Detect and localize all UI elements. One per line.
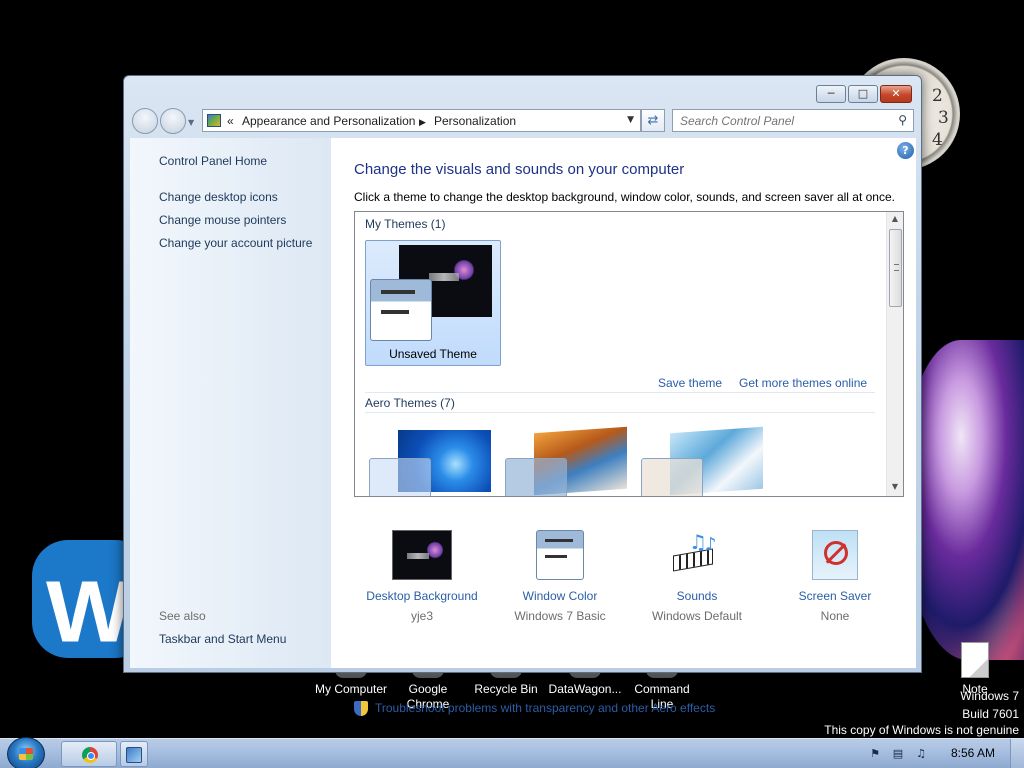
minimize-icon: ─: [827, 87, 835, 100]
save-theme-link[interactable]: Save theme: [658, 376, 722, 390]
address-bar[interactable]: « Appearance and Personalization ▶ Perso…: [202, 109, 641, 132]
desktop-icon-label: Recycle Bin: [474, 682, 538, 696]
chrome-icon: [82, 747, 98, 763]
window-color-thumbnail: [505, 458, 567, 496]
refresh-icon: ⇄: [647, 113, 659, 128]
clock-number: 3: [938, 108, 949, 128]
search-icon[interactable]: ⚲: [898, 113, 907, 127]
control-panel-home-link[interactable]: Control Panel Home: [159, 154, 267, 168]
breadcrumb-overflow-icon[interactable]: «: [227, 114, 234, 128]
setting-label[interactable]: Screen Saver: [767, 588, 903, 604]
clock-number: 4: [932, 130, 943, 150]
wallpaper-artwork: [905, 340, 1024, 660]
search-box[interactable]: ⚲: [672, 109, 914, 132]
search-input[interactable]: [673, 110, 891, 131]
control-panel-icon: [207, 114, 221, 127]
refresh-button[interactable]: ⇄: [641, 109, 665, 132]
get-more-themes-link[interactable]: Get more themes online: [739, 376, 867, 390]
page-subtitle: Click a theme to change the desktop back…: [354, 190, 895, 204]
see-also-heading: See also: [159, 609, 206, 623]
content-pane: ? Change the visuals and sounds on your …: [331, 138, 916, 716]
taskbar: ⚑ ▤ ♫ 8:56 AM: [0, 737, 1024, 768]
theme-list-scrollbar[interactable]: ▲ ▼: [886, 212, 903, 496]
window-color-thumbnail: [641, 458, 703, 496]
clock-time[interactable]: 8:56 AM: [951, 746, 995, 760]
personalization-window: ─ □ ✕ ▼ « Appearance and Personalization…: [123, 75, 922, 716]
breadcrumb-appearance[interactable]: Appearance and Personalization: [242, 114, 415, 128]
setting-label[interactable]: Sounds: [629, 588, 765, 604]
setting-label[interactable]: Window Color: [492, 588, 628, 604]
setting-value: Windows Default: [651, 609, 743, 623]
sounds-setting[interactable]: ♫ ♪ Sounds Windows Default: [629, 530, 765, 624]
aero-theme-characters[interactable]: [637, 426, 763, 496]
maximize-icon: □: [857, 87, 869, 100]
help-icon[interactable]: ?: [897, 142, 914, 159]
theme-list[interactable]: My Themes (1) Unsaved Theme Save theme G…: [354, 211, 904, 497]
windows-logo-icon: [19, 748, 33, 760]
desktop-background-setting[interactable]: Desktop Background yje3: [354, 530, 490, 624]
theme-tile-unsaved[interactable]: Unsaved Theme: [365, 240, 501, 366]
sounds-icon: ♫ ♪: [667, 530, 727, 580]
breadcrumb-separator-icon[interactable]: ▶: [419, 117, 426, 128]
show-desktop-button[interactable]: [1010, 739, 1024, 768]
aero-theme-architecture[interactable]: [501, 426, 627, 496]
change-account-picture-link[interactable]: Change your account picture: [159, 236, 312, 250]
window-color-thumbnail: [369, 458, 431, 496]
divider: [365, 392, 875, 393]
action-center-flag-icon[interactable]: ⚑: [868, 747, 882, 761]
desktop-icon-label: My Computer: [314, 682, 388, 696]
close-button[interactable]: ✕: [880, 85, 912, 103]
setting-value: yje3: [410, 609, 433, 623]
taskbar-chrome-button[interactable]: [61, 741, 117, 767]
watermark-line: This copy of Windows is not genuine: [824, 723, 1019, 737]
aero-theme-windows7[interactable]: [365, 428, 491, 496]
clock-number: 2: [932, 86, 943, 106]
start-button[interactable]: [7, 737, 45, 768]
setting-label[interactable]: Desktop Background: [354, 588, 490, 604]
aero-themes-header: Aero Themes (7): [365, 396, 455, 410]
text-file-icon: [961, 642, 989, 678]
address-dropdown-icon[interactable]: ▼: [627, 115, 634, 125]
breadcrumb-personalization[interactable]: Personalization: [434, 114, 516, 128]
network-icon[interactable]: ▤: [891, 747, 905, 761]
screen-saver-icon: [812, 530, 858, 580]
scroll-up-icon[interactable]: ▲: [887, 214, 903, 223]
page-title: Change the visuals and sounds on your co…: [354, 161, 685, 178]
minimize-button[interactable]: ─: [816, 85, 846, 103]
window-color-icon: [536, 530, 584, 580]
control-panel-icon: [126, 747, 142, 763]
recent-pages-dropdown[interactable]: ▼: [188, 118, 194, 127]
watermark-line: Windows 7: [960, 689, 1019, 703]
forward-button[interactable]: [160, 108, 186, 134]
screen-saver-setting[interactable]: Screen Saver None: [767, 530, 903, 624]
window-color-thumbnail: [370, 279, 432, 341]
volume-icon[interactable]: ♫: [914, 747, 928, 761]
scroll-down-icon[interactable]: ▼: [887, 482, 903, 491]
taskbar-control-panel-button[interactable]: [120, 741, 148, 767]
my-themes-header: My Themes (1): [365, 217, 446, 231]
setting-value: None: [820, 609, 850, 623]
desktop-background-icon: [392, 530, 452, 580]
maximize-button[interactable]: □: [848, 85, 878, 103]
back-button[interactable]: [132, 108, 158, 134]
shield-icon: [354, 701, 368, 716]
watermark-line: Build 7601: [962, 707, 1019, 721]
window-color-setting[interactable]: Window Color Windows 7 Basic: [492, 530, 628, 624]
change-desktop-icons-link[interactable]: Change desktop icons: [159, 190, 278, 204]
troubleshoot-link[interactable]: Troubleshoot problems with transparency …: [375, 701, 715, 715]
divider: [365, 412, 875, 413]
desktop-icon-label: DataWagon...: [548, 682, 622, 696]
theme-name: Unsaved Theme: [389, 347, 477, 361]
left-pane: Control Panel Home Change desktop icons …: [130, 138, 331, 668]
scrollbar-thumb[interactable]: [889, 229, 902, 307]
close-icon: ✕: [891, 87, 901, 100]
taskbar-start-menu-link[interactable]: Taskbar and Start Menu: [159, 632, 286, 646]
setting-value: Windows 7 Basic: [514, 609, 606, 623]
change-mouse-pointers-link[interactable]: Change mouse pointers: [159, 213, 286, 227]
